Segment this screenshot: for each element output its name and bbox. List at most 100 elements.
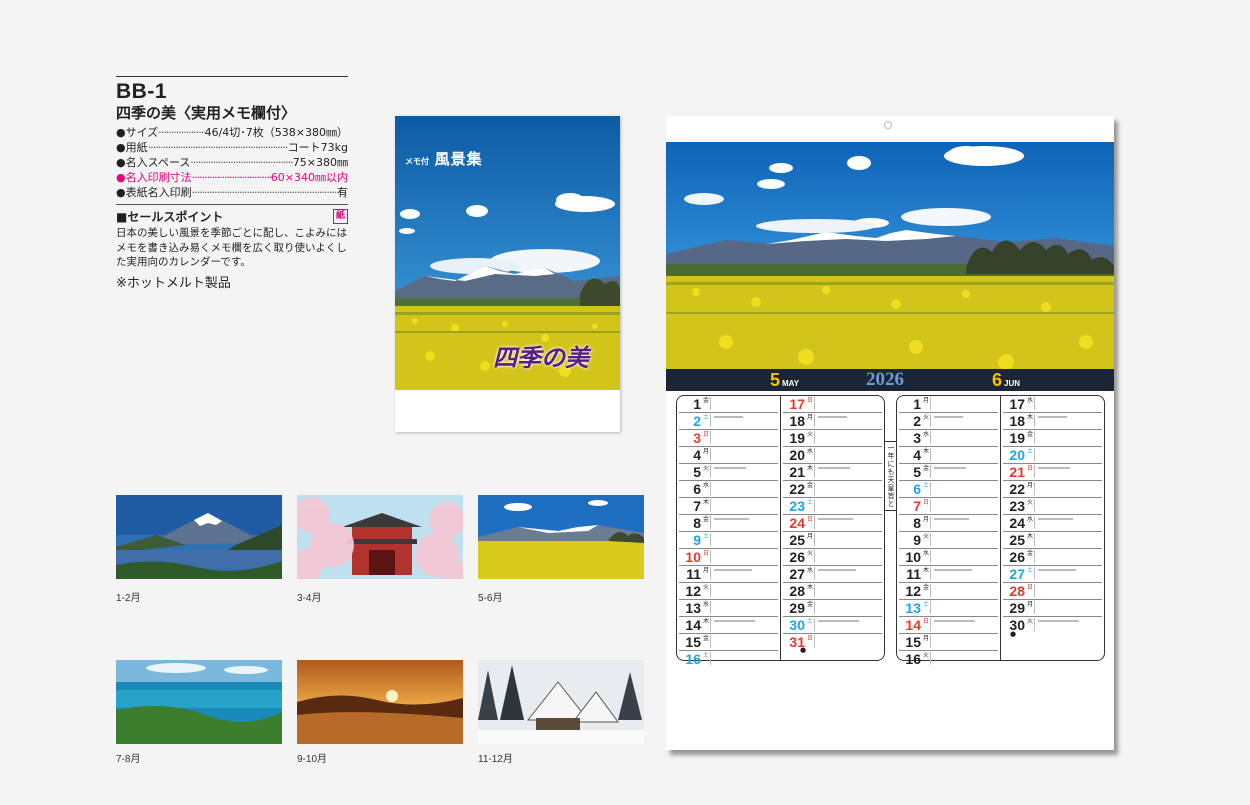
spec-label: ●用紙: [116, 141, 148, 154]
weekday: 月: [923, 635, 930, 642]
memo-divider: [1034, 465, 1035, 478]
weekday: 火: [703, 584, 710, 591]
spec-row: ●サイズ 46/4切･7枚（538×380㎜）: [116, 125, 348, 140]
day-number: 21: [789, 464, 805, 480]
small-print: [1038, 467, 1070, 469]
memo-divider: [814, 635, 815, 648]
hotmelt-note: ※ホットメルト製品: [116, 275, 231, 291]
day-row: 21 木: [783, 464, 882, 481]
thumbnail-label: 11-12月: [478, 754, 513, 765]
day-number: 7: [913, 498, 921, 514]
spec-row: ●名入スペース 75×380㎜: [116, 155, 348, 170]
weekday: 日: [807, 397, 814, 404]
weekday: 月: [807, 414, 814, 421]
calendar-cover: メモ付 風景集 四季の美: [395, 116, 620, 432]
spec-label: ●名入スペース: [116, 156, 191, 169]
memo-divider: [930, 414, 931, 427]
day-row: 18 月: [783, 413, 882, 430]
day-number: 28: [789, 583, 805, 599]
day-row: 6土: [899, 481, 998, 498]
day-number: 9: [913, 532, 921, 548]
small-print: [1038, 518, 1073, 520]
day-number: 3: [913, 430, 921, 446]
small-print: [714, 569, 752, 571]
weekday: 日: [703, 550, 710, 557]
memo-divider: [930, 533, 931, 546]
weekday: 木: [1027, 533, 1034, 540]
day-number: 18: [1009, 413, 1025, 429]
weekday: 水: [807, 567, 814, 574]
day-row: 9土: [679, 532, 778, 549]
memo-divider: [710, 550, 711, 563]
leader-dots: [192, 185, 337, 200]
leader-dots: [158, 125, 204, 140]
weekday: 木: [703, 499, 710, 506]
column-divider: [1000, 396, 1001, 660]
day-row: 2土: [679, 413, 778, 430]
day-number: 24: [789, 515, 805, 531]
day-row: 10 日: [679, 549, 778, 566]
memo-divider: [1034, 533, 1035, 546]
memo-divider: [1034, 448, 1035, 461]
jun-column-2: 17 水 18 木 19 金 20 土 21 日 22 月 23 火 24 水 25 木 26 金 27 土 28 日 29 月 3…: [1003, 396, 1102, 633]
month-may-label: 5 MAY: [770, 370, 799, 391]
day-number: 3: [693, 430, 701, 446]
weekday: 金: [1027, 431, 1034, 438]
small-print: [1038, 620, 1079, 622]
memo-divider: [710, 652, 711, 665]
jun-column-1: 1 月 2 火 3 水 4 木 5 金 6 土 7 日 8 月 9 火 10 水 11 木 12 金 13 土 14 日 15 月 16 火: [899, 396, 998, 667]
day-row: 28 日: [1003, 583, 1102, 600]
weekday: 水: [923, 431, 930, 438]
day-number: 2: [913, 413, 921, 429]
weekday: 土: [923, 601, 930, 608]
day-row: 25 月: [783, 532, 882, 549]
memo-divider: [1034, 584, 1035, 597]
day-row: 29 金: [783, 600, 882, 617]
weekday: 火: [703, 465, 710, 472]
day-row: 22 月: [1003, 481, 1102, 498]
memo-divider: [710, 516, 711, 529]
thumbnail-label: 9-10月: [297, 754, 328, 765]
day-row: 19 火: [783, 430, 882, 447]
weekday: 日: [923, 499, 930, 506]
leader-dots: [190, 155, 293, 170]
small-print: [714, 620, 755, 622]
sales-point-title: ■セールスポイント: [116, 209, 224, 224]
weekday: 木: [807, 584, 814, 591]
day-number: 1: [693, 396, 701, 412]
day-number: 28: [1009, 583, 1025, 599]
small-print: [818, 518, 853, 520]
day-row: 11 月: [679, 566, 778, 583]
day-number: 6: [913, 481, 921, 497]
day-number: 7: [693, 498, 701, 514]
weekday: 水: [923, 550, 930, 557]
top-rule: [116, 76, 348, 77]
weekday: 土: [703, 533, 710, 540]
day-row: 17 日: [783, 396, 882, 413]
memo-divider: [814, 414, 815, 427]
day-number: 23: [1009, 498, 1025, 514]
memo-divider: [814, 397, 815, 410]
memo-divider: [814, 465, 815, 478]
product-code: BB-1: [116, 80, 168, 103]
day-number: 25: [789, 532, 805, 548]
memo-divider: [814, 499, 815, 512]
day-number: 30: [789, 617, 805, 633]
memo-divider: [814, 584, 815, 597]
day-row: 1月: [899, 396, 998, 413]
weekday: 火: [1027, 618, 1034, 625]
day-number: 8: [693, 515, 701, 531]
day-number: 12: [905, 583, 921, 599]
day-row: 10 水: [899, 549, 998, 566]
day-number: 21: [1009, 464, 1025, 480]
memo-divider: [930, 567, 931, 580]
spec-value: 46/4切･7枚（538×380㎜）: [204, 126, 348, 139]
day-row: 14 日: [899, 617, 998, 634]
day-row: 2火: [899, 413, 998, 430]
memo-divider: [814, 516, 815, 529]
day-number: 10: [905, 549, 921, 565]
weekday: 土: [807, 618, 814, 625]
weekday: 土: [923, 482, 930, 489]
day-row: 26 金: [1003, 549, 1102, 566]
weekday: 水: [807, 448, 814, 455]
